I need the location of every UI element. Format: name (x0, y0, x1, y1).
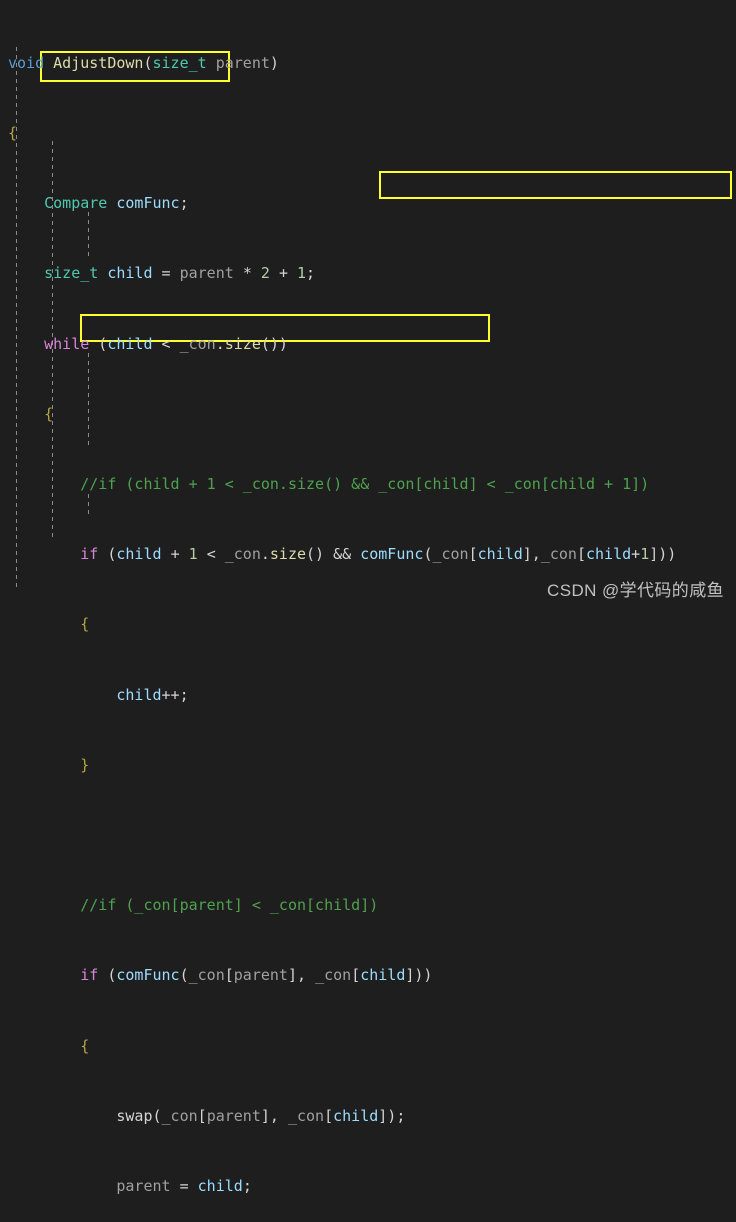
code-line-1: void AdjustDown(size_t parent) (8, 53, 279, 72)
code-line-11: } (80, 755, 90, 774)
code-line-9: { (80, 615, 90, 634)
code-line-4: size_t child = parent * 2 + 1; (44, 264, 316, 283)
code-editor[interactable]: void AdjustDown(size_t parent) { Compare… (0, 0, 736, 1195)
code-line-5: while (child < _con.size()) (44, 334, 288, 353)
code-line-17: parent = child; (116, 1177, 252, 1196)
code-line-10: child++; (116, 685, 189, 704)
code-line-16: swap(_con[parent], _con[child]); (116, 1106, 406, 1125)
code-line-15: { (80, 1036, 90, 1055)
code-line-2: { (8, 124, 18, 143)
code-line-7: //if (child + 1 < _con.size() && _con[ch… (80, 475, 650, 494)
code-content[interactable]: void AdjustDown(size_t parent) { Compare… (0, 0, 736, 1222)
code-line-3: Compare comFunc; (44, 194, 189, 213)
code-line-8: if (child + 1 < _con.size() && comFunc(_… (80, 545, 677, 564)
code-line-6: { (44, 404, 54, 423)
watermark: CSDN @学代码的咸鱼 (547, 581, 724, 600)
code-line-13: //if (_con[parent] < _con[child]) (80, 896, 379, 915)
code-line-14: if (comFunc(_con[parent], _con[child])) (80, 966, 433, 985)
